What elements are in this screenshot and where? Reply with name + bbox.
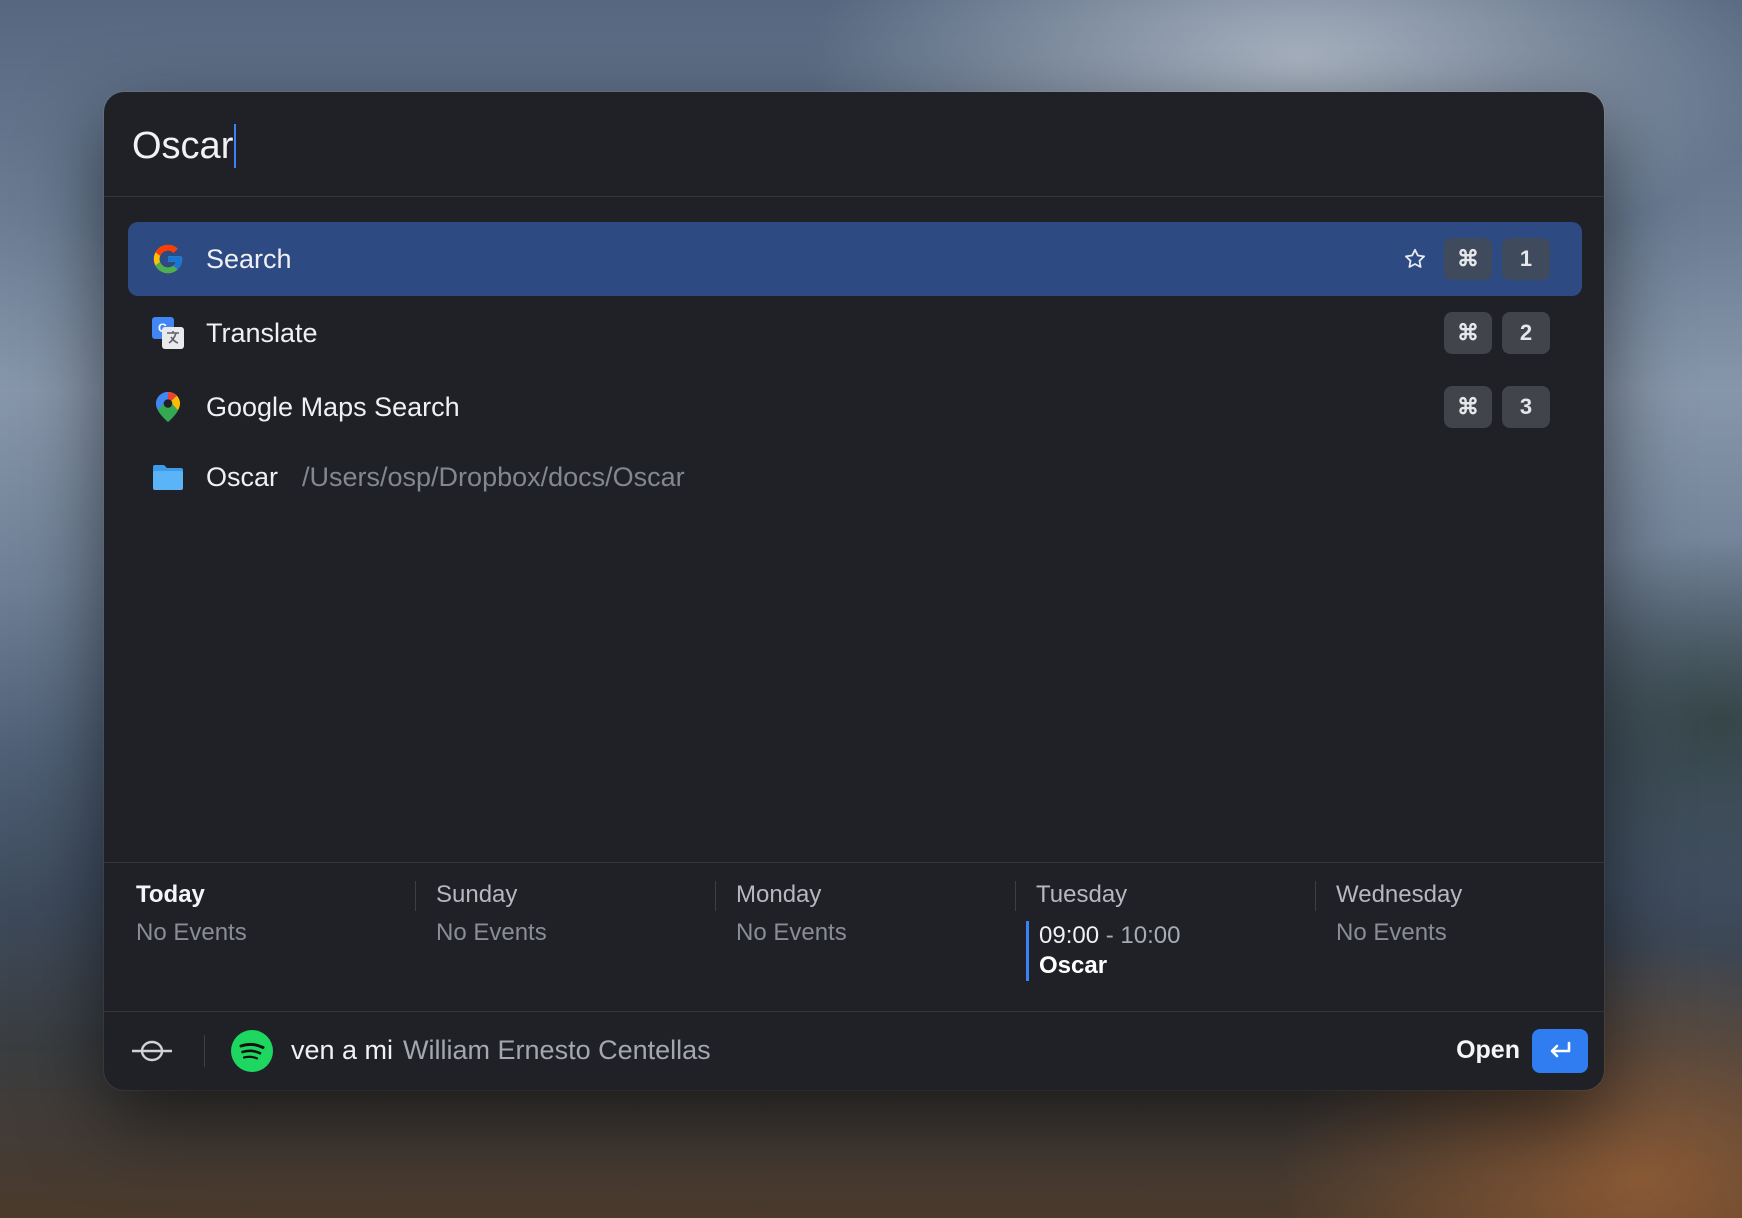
event-time: 09:00 - 10:00 <box>1039 921 1304 951</box>
command-key-badge: ⌘ <box>1444 386 1492 428</box>
now-playing-artist: William Ernesto Centellas <box>403 1035 711 1065</box>
result-label: Search <box>206 243 292 274</box>
result-label: Google Maps Search <box>206 391 460 422</box>
event-end: 10:00 <box>1120 922 1181 949</box>
shortcut-number-badge: 1 <box>1502 238 1550 280</box>
search-input[interactable]: Oscar <box>132 124 237 168</box>
day-status: No Events <box>1336 919 1447 946</box>
day-name: Wednesday <box>1336 881 1463 908</box>
search-bar[interactable]: Oscar <box>104 92 1604 197</box>
event-start: 09:00 <box>1039 922 1100 949</box>
day-name: Today <box>136 881 205 908</box>
search-query[interactable]: Oscar <box>132 125 233 167</box>
event-time-separator: - <box>1105 922 1114 949</box>
calendar-day-sunday[interactable]: Sunday No Events <box>404 863 704 1011</box>
event-title: Oscar <box>1039 952 1108 979</box>
calendar-day-tuesday[interactable]: Tuesday 09:00 - 10:00 Oscar <box>1004 863 1304 1011</box>
now-playing-track: ven a mi <box>291 1035 394 1065</box>
shortcut-number-badge: 2 <box>1502 312 1550 354</box>
day-name: Sunday <box>436 881 518 908</box>
google-translate-icon: G <box>150 315 186 351</box>
spotify-icon[interactable] <box>231 1029 273 1072</box>
calendar-day-today[interactable]: Today No Events <box>104 863 404 1011</box>
google-maps-icon <box>150 389 186 425</box>
launcher-window: Oscar Search ⌘ 1 G Translate ⌘ 2 Google … <box>104 92 1604 1090</box>
star-icon[interactable] <box>1398 242 1432 276</box>
result-google-search[interactable]: Search ⌘ 1 <box>128 222 1582 296</box>
command-key-badge: ⌘ <box>1444 238 1492 280</box>
open-label[interactable]: Open <box>1456 1036 1520 1065</box>
day-status: No Events <box>136 919 247 946</box>
command-key-badge: ⌘ <box>1444 312 1492 354</box>
day-status: No Events <box>436 919 547 946</box>
result-folder-oscar[interactable]: Oscar /Users/osp/Dropbox/docs/Oscar <box>128 444 1582 510</box>
result-google-maps-search[interactable]: Google Maps Search ⌘ 3 <box>128 370 1582 444</box>
result-actions: ⌘ 1 <box>1398 222 1550 296</box>
text-caret <box>234 124 237 168</box>
calendar-day-monday[interactable]: Monday No Events <box>704 863 1004 1011</box>
launcher-logo-icon[interactable] <box>126 1031 178 1071</box>
result-actions: ⌘ 3 <box>1444 370 1550 444</box>
shortcut-number-badge: 3 <box>1502 386 1550 428</box>
day-name: Monday <box>736 881 822 908</box>
result-label: Translate <box>206 317 318 348</box>
day-status: No Events <box>736 919 847 946</box>
calendar-event[interactable]: 09:00 - 10:00 Oscar <box>1026 921 1304 981</box>
result-label: Oscar <box>206 461 279 492</box>
result-path: /Users/osp/Dropbox/docs/Oscar <box>302 461 685 492</box>
folder-icon <box>150 459 186 495</box>
return-key-icon[interactable] <box>1532 1028 1588 1073</box>
result-actions: ⌘ 2 <box>1444 296 1550 370</box>
result-google-translate[interactable]: G Translate ⌘ 2 <box>128 296 1582 370</box>
calendar-day-wednesday[interactable]: Wednesday No Events <box>1304 863 1604 1011</box>
results-list: Search ⌘ 1 G Translate ⌘ 2 Google Maps S… <box>128 222 1582 510</box>
google-icon <box>150 241 186 277</box>
calendar-strip: Today No Events Sunday No Events Monday … <box>104 862 1604 1012</box>
footer-bar: ven a mi William Ernesto Centellas Open <box>104 1011 1604 1090</box>
footer-divider <box>204 1034 205 1067</box>
day-name: Tuesday <box>1036 881 1128 908</box>
open-action[interactable]: Open <box>1456 1028 1588 1073</box>
